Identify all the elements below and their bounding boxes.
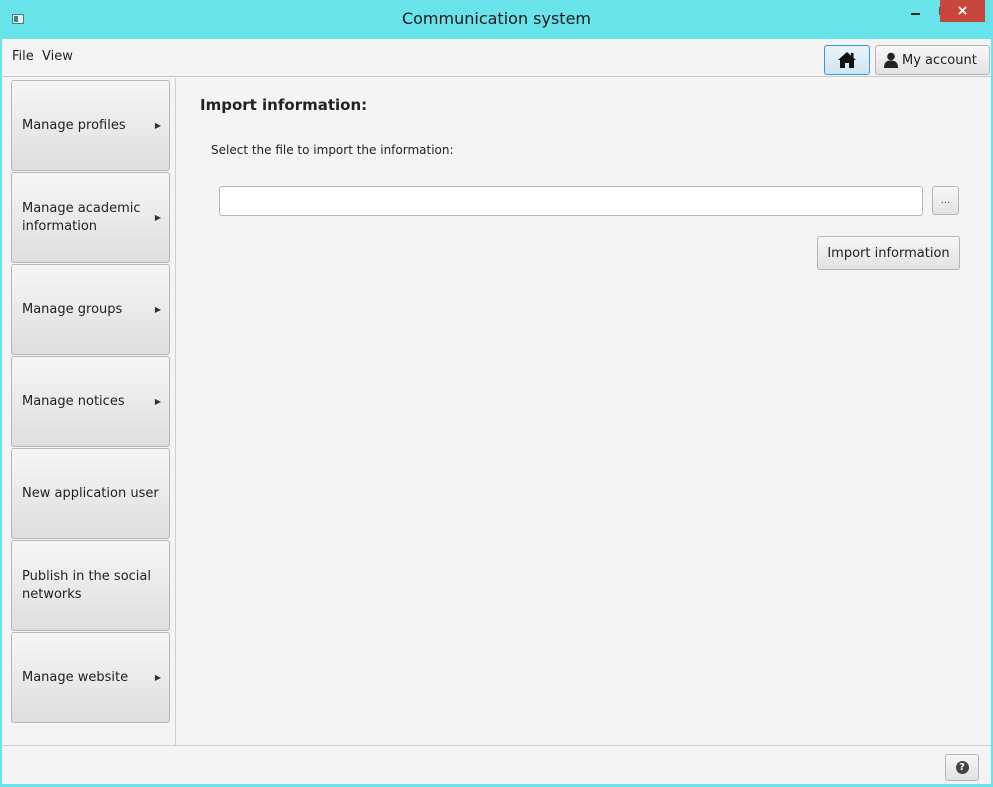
minimize-button[interactable] bbox=[902, 0, 929, 22]
help-button[interactable]: ? bbox=[945, 754, 979, 781]
help-icon: ? bbox=[955, 761, 969, 774]
title-bar: Communication system × bbox=[0, 0, 993, 39]
submenu-arrow-icon: ▶ bbox=[154, 305, 161, 314]
status-bar: ? bbox=[2, 745, 991, 784]
page-title: Import information: bbox=[200, 96, 368, 114]
file-instruction-label: Select the file to import the informatio… bbox=[211, 143, 454, 157]
sidebar-item-manage-academic-information[interactable]: Manage academic information ▶ bbox=[11, 172, 170, 263]
home-icon bbox=[838, 52, 856, 68]
file-path-input[interactable] bbox=[219, 186, 923, 216]
client-area: File View My account Manage profiles ▶ M… bbox=[2, 39, 991, 784]
sidebar-item-manage-website[interactable]: Manage website ▶ bbox=[11, 632, 170, 723]
sidebar: Manage profiles ▶ Manage academic inform… bbox=[2, 78, 176, 746]
close-icon: × bbox=[956, 3, 969, 19]
sidebar-item-manage-groups[interactable]: Manage groups ▶ bbox=[11, 264, 170, 355]
my-account-button[interactable]: My account bbox=[875, 45, 990, 75]
sidebar-item-label: Manage profiles bbox=[22, 117, 126, 133]
sidebar-item-label: Manage notices bbox=[22, 393, 125, 409]
menu-bar: File View My account bbox=[2, 39, 991, 77]
import-information-button[interactable]: Import information bbox=[817, 236, 960, 270]
close-button[interactable]: × bbox=[940, 0, 985, 22]
main-panel: Import information: Select the file to i… bbox=[176, 78, 991, 746]
minimize-icon bbox=[911, 13, 920, 15]
my-account-label: My account bbox=[902, 52, 977, 68]
sidebar-item-label: Manage website bbox=[22, 669, 129, 685]
menu-file[interactable]: File bbox=[12, 49, 34, 64]
home-button[interactable] bbox=[824, 45, 870, 75]
menu-view[interactable]: View bbox=[42, 49, 73, 64]
submenu-arrow-icon: ▶ bbox=[154, 673, 161, 682]
submenu-arrow-icon: ▶ bbox=[154, 397, 161, 406]
app-window: Communication system × File View My acco… bbox=[0, 0, 993, 787]
browse-button[interactable]: ... bbox=[932, 186, 959, 215]
sidebar-item-manage-notices[interactable]: Manage notices ▶ bbox=[11, 356, 170, 447]
sidebar-item-manage-profiles[interactable]: Manage profiles ▶ bbox=[11, 80, 170, 171]
user-icon bbox=[884, 52, 898, 68]
sidebar-item-label: Publish in the social networks bbox=[22, 568, 151, 602]
sidebar-item-publish-social-networks[interactable]: Publish in the social networks bbox=[11, 540, 170, 631]
sidebar-item-label: Manage academic information bbox=[22, 200, 141, 234]
submenu-arrow-icon: ▶ bbox=[154, 121, 161, 130]
sidebar-item-new-application-user[interactable]: New application user bbox=[11, 448, 170, 539]
sidebar-item-label: New application user bbox=[22, 485, 159, 501]
sidebar-item-label: Manage groups bbox=[22, 301, 123, 317]
window-title: Communication system bbox=[401, 9, 592, 28]
submenu-arrow-icon: ▶ bbox=[154, 213, 161, 222]
